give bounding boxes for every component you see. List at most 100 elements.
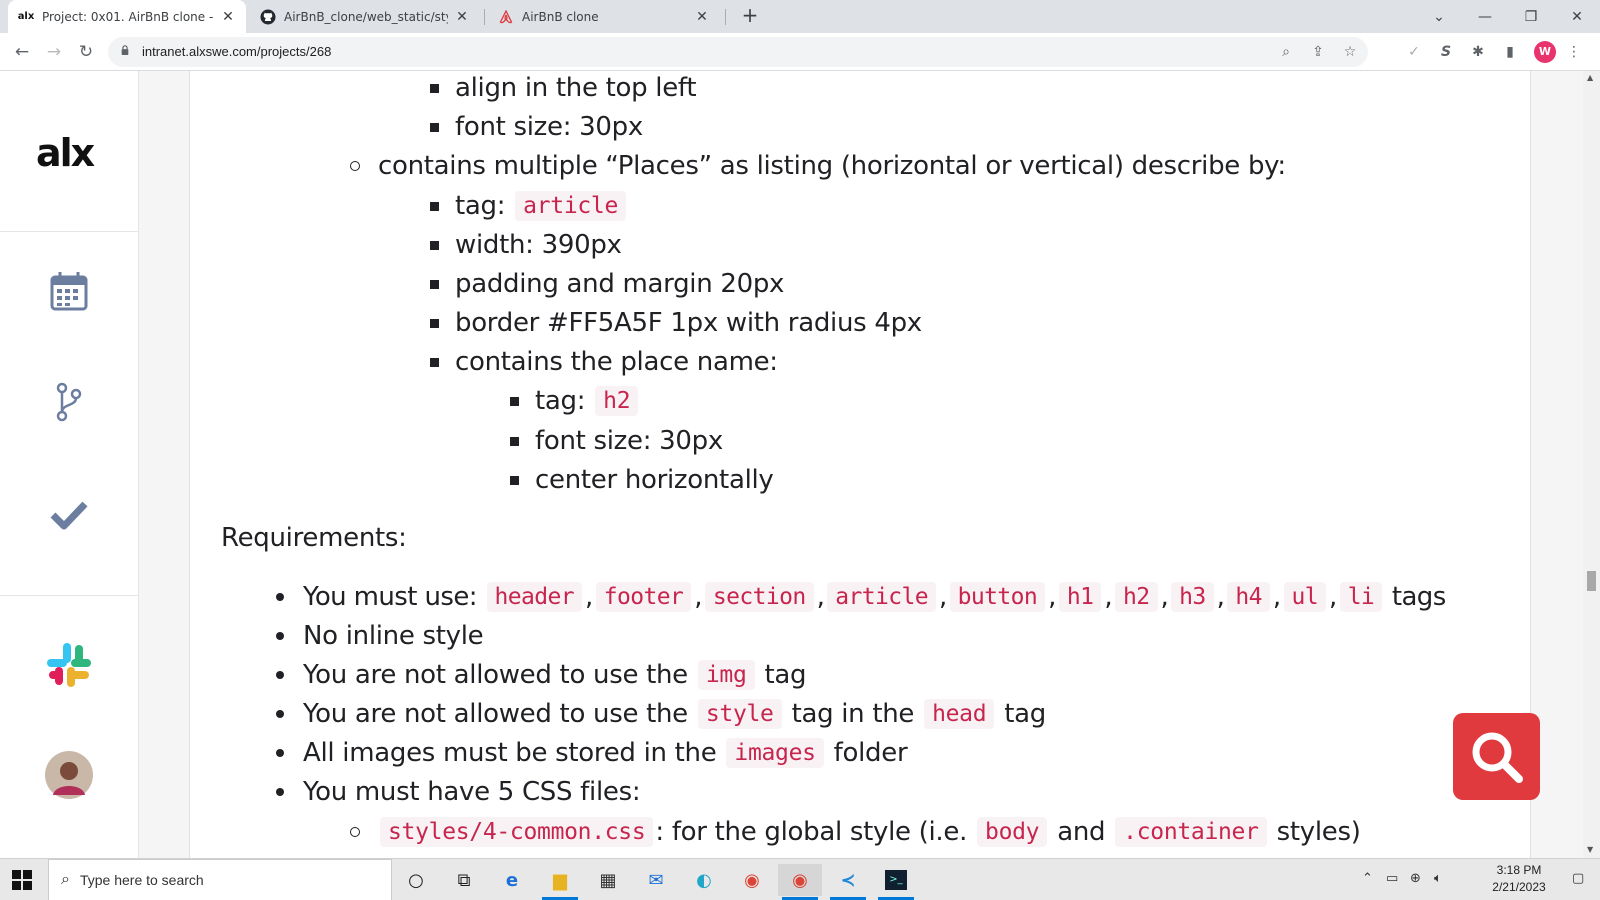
- tab-title: AirBnB clone: [522, 9, 599, 24]
- mail-icon[interactable]: ✉: [634, 864, 678, 896]
- item-text: and: [1057, 817, 1106, 847]
- taskbar-search-box[interactable]: ⌕ Type here to search: [48, 859, 392, 900]
- list-item: tag: h2: [510, 386, 640, 416]
- list-item: You must have 5 CSS files:: [276, 777, 641, 807]
- tab-airbnb[interactable]: AirBnB clone ✕: [488, 0, 720, 33]
- bullet: [430, 240, 439, 250]
- bullet: [430, 357, 439, 367]
- scroll-down-arrow-icon[interactable]: ▼: [1587, 845, 1593, 854]
- vscode-icon[interactable]: ≺: [826, 864, 870, 900]
- close-tab-icon[interactable]: ✕: [694, 9, 710, 25]
- profile-avatar[interactable]: W: [1534, 41, 1556, 63]
- extension-s-icon[interactable]: S: [1436, 42, 1456, 62]
- lock-icon: [121, 45, 129, 55]
- address-bar[interactable]: intranet.alxswe.com/projects/268 ⌕ ⇪ ☆: [108, 37, 1368, 67]
- github-icon: [260, 9, 276, 25]
- avatar[interactable]: [45, 751, 93, 799]
- bullet: [430, 279, 439, 289]
- list-item: font size: 30px: [510, 426, 723, 456]
- checkmark-icon[interactable]: [45, 491, 93, 539]
- inline-code: h2: [595, 386, 639, 416]
- extension-check-icon[interactable]: ✓: [1404, 42, 1424, 62]
- inline-code: footer: [595, 582, 692, 612]
- bullet: [430, 201, 439, 211]
- windows-taskbar: ⌕ Type here to search ○ ⧉ e ▆ ▦ ✉ ◐ ◉ ◉ …: [0, 858, 1600, 900]
- item-text: You are not allowed to use the: [303, 660, 688, 690]
- search-icon: [1472, 732, 1523, 783]
- close-tab-icon[interactable]: ✕: [220, 9, 236, 25]
- item-text: : for the global style (i.e.: [655, 817, 968, 847]
- extensions-puzzle-icon[interactable]: ✱: [1468, 42, 1488, 62]
- list-item: contains the place name:: [430, 347, 778, 377]
- network-icon[interactable]: ⊕: [1410, 871, 1421, 886]
- scroll-up-arrow-icon[interactable]: ▲: [1587, 73, 1593, 82]
- bullet: [510, 396, 519, 406]
- list-item: You are not allowed to use the img tag: [276, 660, 807, 690]
- scrollbar-thumb[interactable]: [1587, 571, 1596, 591]
- new-tab-button[interactable]: +: [738, 4, 762, 28]
- list-item: font size: 30px: [430, 112, 643, 142]
- item-text: tag:: [455, 191, 506, 221]
- tab-divider: [725, 9, 726, 25]
- reload-icon[interactable]: ↻: [74, 40, 98, 64]
- list-item: align in the top left: [430, 73, 697, 103]
- list-item: padding and margin 20px: [430, 269, 784, 299]
- bookmark-star-icon[interactable]: ☆: [1340, 42, 1360, 62]
- notifications-icon[interactable]: ▢: [1572, 871, 1584, 886]
- inline-code: h2: [1115, 582, 1158, 612]
- git-branch-icon[interactable]: [45, 378, 93, 426]
- battery-icon[interactable]: ▭: [1386, 871, 1398, 886]
- search-button[interactable]: [1453, 713, 1540, 800]
- item-text: You are not allowed to use the: [303, 699, 688, 729]
- item-text: contains the place name:: [455, 347, 778, 377]
- item-text: tag: [1004, 699, 1046, 729]
- forward-icon[interactable]: →: [42, 40, 66, 64]
- item-text: center horizontally: [535, 465, 774, 495]
- alx-favicon: alx: [17, 11, 35, 22]
- minimize-icon[interactable]: —: [1462, 0, 1508, 33]
- menu-kebab-icon[interactable]: ⋮: [1564, 42, 1584, 62]
- side-panel-icon[interactable]: ▮: [1500, 42, 1520, 62]
- inline-code: h1: [1058, 582, 1102, 612]
- restore-icon[interactable]: ❐: [1508, 0, 1554, 33]
- back-icon[interactable]: ←: [10, 40, 34, 64]
- chrome-icon[interactable]: ◉: [730, 864, 774, 896]
- item-text: font size: 30px: [455, 112, 643, 142]
- calendar-icon[interactable]: [45, 267, 93, 315]
- inline-code: ul: [1283, 582, 1327, 612]
- file-explorer-icon[interactable]: ▆: [538, 864, 582, 900]
- tab-github[interactable]: AirBnB_clone/web_static/styles a ✕: [250, 0, 480, 33]
- close-window-icon[interactable]: ✕: [1554, 0, 1600, 33]
- tab-project-airbnb[interactable]: alx Project: 0x01. AirBnB clone - Web ✕: [8, 0, 246, 33]
- windows-start-icon[interactable]: [12, 870, 32, 890]
- system-clock[interactable]: 3:18 PM 2/21/2023: [1484, 862, 1554, 896]
- item-text: You must have 5 CSS files:: [303, 777, 641, 807]
- task-view-icon[interactable]: ⧉: [442, 864, 486, 896]
- list-item: styles/4-common.css: for the global styl…: [350, 817, 1361, 847]
- share-icon[interactable]: ⇪: [1308, 42, 1328, 62]
- bullet: [510, 475, 519, 485]
- chrome-profile-icon[interactable]: ◉: [778, 864, 822, 900]
- slack-icon[interactable]: [45, 641, 93, 689]
- bullet: [276, 671, 284, 679]
- edge-icon[interactable]: ◐: [682, 864, 726, 896]
- inline-code: body: [977, 817, 1048, 847]
- tab-search-chevron-icon[interactable]: ⌄: [1416, 0, 1462, 33]
- clock-time: 3:18 PM: [1496, 863, 1542, 877]
- inline-code: article: [515, 191, 627, 221]
- show-hidden-icons-icon[interactable]: ⌃: [1362, 871, 1373, 886]
- item-text: align in the top left: [455, 73, 697, 103]
- store-icon[interactable]: ▦: [586, 864, 630, 896]
- close-tab-icon[interactable]: ✕: [454, 9, 470, 25]
- page-scrollbar[interactable]: ▲ ▼: [1583, 71, 1600, 858]
- edge-legacy-icon[interactable]: e: [490, 864, 534, 896]
- terminal-icon[interactable]: >_: [874, 864, 918, 900]
- volume-icon[interactable]: 🔈︎: [1434, 871, 1442, 886]
- list-item: You must use: header, footer, section, a…: [276, 582, 1446, 612]
- cortana-icon[interactable]: ○: [394, 864, 438, 896]
- bullet: [430, 122, 439, 132]
- alx-logo[interactable]: alx: [36, 131, 95, 175]
- inline-code: h4: [1227, 582, 1270, 612]
- item-text: width: 390px: [455, 230, 622, 260]
- zoom-icon[interactable]: ⌕: [1276, 42, 1296, 62]
